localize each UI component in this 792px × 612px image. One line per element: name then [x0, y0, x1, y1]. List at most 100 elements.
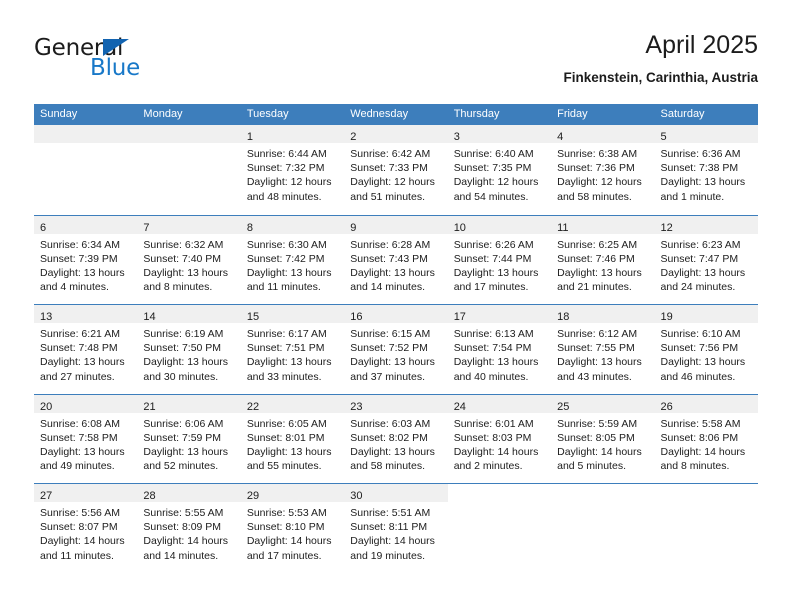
- day-number-band: 19: [654, 305, 758, 323]
- day-cell[interactable]: 22 Sunrise: 6:05 AM Sunset: 8:01 PM Dayl…: [240, 394, 345, 484]
- daylight-line-1: Daylight: 13 hours: [143, 445, 229, 458]
- sunrise-line: Sunrise: 6:03 AM: [350, 417, 431, 430]
- day-cell[interactable]: 18 Sunrise: 6:12 AM Sunset: 7:55 PM Dayl…: [551, 305, 655, 394]
- day-number: 23: [350, 400, 363, 413]
- daylight-line-2: and 27 minutes.: [40, 370, 115, 383]
- day-cell[interactable]: 12 Sunrise: 6:23 AM Sunset: 7:47 PM Dayl…: [654, 215, 758, 305]
- daylight-line-1: Daylight: 12 hours: [246, 176, 332, 189]
- day-cell[interactable]: 20 Sunrise: 6:08 AM Sunset: 7:58 PM Dayl…: [34, 394, 138, 484]
- daylight-line-2: and 11 minutes.: [246, 281, 321, 294]
- week-row: 13 Sunrise: 6:21 AM Sunset: 7:48 PM Dayl…: [34, 304, 758, 394]
- day-number-band: 28: [137, 484, 241, 502]
- daylight-line-1: Daylight: 13 hours: [350, 266, 435, 279]
- day-cell[interactable]: 19 Sunrise: 6:10 AM Sunset: 7:56 PM Dayl…: [654, 305, 758, 394]
- day-number-band: 23: [344, 394, 448, 413]
- page-subtitle: Finkenstein, Carinthia, Austria: [563, 70, 758, 85]
- sunset-line: Sunset: 8:10 PM: [246, 521, 325, 534]
- daylight-line-2: and 4 minutes.: [40, 281, 109, 294]
- sunrise-line: Sunrise: 5:59 AM: [557, 417, 638, 430]
- daylight-line-1: Daylight: 13 hours: [350, 356, 435, 369]
- day-cell[interactable]: [551, 484, 654, 573]
- day-number-band: 10: [447, 215, 552, 234]
- day-cell[interactable]: [448, 484, 551, 573]
- day-details: Sunrise: 5:56 AM Sunset: 8:07 PM Dayligh…: [34, 502, 137, 563]
- day-cell[interactable]: 4 Sunrise: 6:38 AM Sunset: 7:36 PM Dayli…: [551, 125, 655, 215]
- daylight-line-1: Daylight: 13 hours: [143, 356, 229, 369]
- day-cell[interactable]: 10 Sunrise: 6:26 AM Sunset: 7:44 PM Dayl…: [447, 215, 552, 305]
- daylight-line-2: and 8 minutes.: [143, 281, 213, 294]
- sunset-line: Sunset: 7:48 PM: [40, 342, 118, 355]
- day-cell[interactable]: 1 Sunrise: 6:44 AM Sunset: 7:32 PM Dayli…: [240, 125, 345, 215]
- day-number-band: 5: [654, 125, 758, 143]
- day-cell[interactable]: [137, 125, 241, 215]
- day-details: [655, 484, 758, 488]
- calendar-page: General Blue April 2025 Finkenstein, Car…: [0, 0, 792, 612]
- sunset-line: Sunset: 7:47 PM: [660, 252, 739, 265]
- day-cell[interactable]: [34, 125, 138, 215]
- daylight-line-1: Daylight: 13 hours: [660, 266, 746, 279]
- week-row: 6 Sunrise: 6:34 AM Sunset: 7:39 PM Dayli…: [34, 214, 758, 305]
- sunset-line: Sunset: 7:58 PM: [40, 431, 118, 444]
- day-cell[interactable]: 2 Sunrise: 6:42 AM Sunset: 7:33 PM Dayli…: [344, 125, 448, 215]
- sunrise-line: Sunrise: 6:13 AM: [453, 328, 534, 340]
- day-cell[interactable]: 7 Sunrise: 6:32 AM Sunset: 7:40 PM Dayli…: [137, 215, 241, 305]
- day-cell[interactable]: 24 Sunrise: 6:01 AM Sunset: 8:03 PM Dayl…: [447, 394, 552, 484]
- day-cell[interactable]: 6 Sunrise: 6:34 AM Sunset: 7:39 PM Dayli…: [34, 215, 138, 305]
- day-cell[interactable]: 17 Sunrise: 6:13 AM Sunset: 7:54 PM Dayl…: [447, 305, 552, 394]
- day-number: 17: [453, 311, 466, 323]
- daylight-line-2: and 1 minute.: [660, 190, 725, 203]
- sunset-line: Sunset: 7:36 PM: [557, 162, 635, 175]
- daylight-line-1: Daylight: 13 hours: [40, 266, 125, 279]
- day-cell[interactable]: 23 Sunrise: 6:03 AM Sunset: 8:02 PM Dayl…: [344, 394, 448, 484]
- day-cell[interactable]: 27 Sunrise: 5:56 AM Sunset: 8:07 PM Dayl…: [34, 484, 138, 573]
- sunrise-line: Sunrise: 5:58 AM: [660, 417, 741, 430]
- sunrise-line: Sunrise: 6:36 AM: [660, 148, 741, 160]
- day-details: Sunrise: 6:01 AM Sunset: 8:03 PM Dayligh…: [448, 413, 551, 474]
- sunrise-line: Sunrise: 5:51 AM: [350, 507, 431, 519]
- day-cell[interactable]: 11 Sunrise: 6:25 AM Sunset: 7:46 PM Dayl…: [551, 215, 655, 305]
- day-cell[interactable]: 21 Sunrise: 6:06 AM Sunset: 7:59 PM Dayl…: [137, 394, 241, 484]
- daylight-line-1: Daylight: 13 hours: [40, 356, 125, 369]
- weekday-header-friday: Friday: [557, 108, 588, 120]
- day-cell[interactable]: 14 Sunrise: 6:19 AM Sunset: 7:50 PM Dayl…: [137, 305, 241, 394]
- daylight-line-1: Daylight: 14 hours: [246, 535, 332, 548]
- day-cell[interactable]: 16 Sunrise: 6:15 AM Sunset: 7:52 PM Dayl…: [344, 305, 448, 394]
- day-details: Sunrise: 5:53 AM Sunset: 8:10 PM Dayligh…: [241, 502, 344, 563]
- day-cell[interactable]: 28 Sunrise: 5:55 AM Sunset: 8:09 PM Dayl…: [137, 484, 241, 573]
- day-cell[interactable]: 13 Sunrise: 6:21 AM Sunset: 7:48 PM Dayl…: [34, 305, 138, 394]
- sunrise-line: Sunrise: 6:26 AM: [453, 238, 534, 251]
- daylight-line-1: Daylight: 14 hours: [557, 445, 642, 458]
- day-details: Sunrise: 6:38 AM Sunset: 7:36 PM Dayligh…: [551, 143, 654, 204]
- day-cell[interactable]: 29 Sunrise: 5:53 AM Sunset: 8:10 PM Dayl…: [240, 484, 345, 573]
- day-cell[interactable]: [655, 484, 758, 573]
- daylight-line-2: and 14 minutes.: [350, 281, 425, 294]
- daylight-line-2: and 40 minutes.: [453, 370, 529, 383]
- day-cell[interactable]: 25 Sunrise: 5:59 AM Sunset: 8:05 PM Dayl…: [551, 394, 655, 484]
- sunrise-line: Sunrise: 6:10 AM: [660, 328, 741, 340]
- day-cell[interactable]: 8 Sunrise: 6:30 AM Sunset: 7:42 PM Dayli…: [240, 215, 345, 305]
- day-details: Sunrise: 6:40 AM Sunset: 7:35 PM Dayligh…: [448, 143, 551, 204]
- sunrise-line: Sunrise: 6:12 AM: [557, 328, 638, 340]
- sunset-line: Sunset: 7:55 PM: [557, 342, 635, 355]
- daylight-line-1: Daylight: 13 hours: [143, 266, 229, 279]
- day-cell[interactable]: 15 Sunrise: 6:17 AM Sunset: 7:51 PM Dayl…: [240, 305, 345, 394]
- daylight-line-2: and 24 minutes.: [660, 281, 736, 294]
- day-number: 24: [453, 400, 466, 413]
- sunset-line: Sunset: 7:52 PM: [350, 342, 428, 355]
- daylight-line-1: Daylight: 13 hours: [453, 356, 539, 369]
- daylight-line-2: and 14 minutes.: [143, 549, 219, 562]
- day-number: 14: [143, 311, 156, 323]
- logo-text-blue: Blue: [90, 55, 141, 81]
- sunrise-line: Sunrise: 5:56 AM: [40, 507, 120, 519]
- day-number: 26: [660, 400, 673, 413]
- day-cell[interactable]: 9 Sunrise: 6:28 AM Sunset: 7:43 PM Dayli…: [344, 215, 448, 305]
- day-cell[interactable]: 3 Sunrise: 6:40 AM Sunset: 7:35 PM Dayli…: [447, 125, 552, 215]
- day-cell[interactable]: 30 Sunrise: 5:51 AM Sunset: 8:11 PM Dayl…: [344, 484, 448, 573]
- day-cell[interactable]: 5 Sunrise: 6:36 AM Sunset: 7:38 PM Dayli…: [654, 125, 758, 215]
- day-number-band: 2: [344, 125, 448, 143]
- day-cell[interactable]: 26 Sunrise: 5:58 AM Sunset: 8:06 PM Dayl…: [654, 394, 758, 484]
- daylight-line-1: Daylight: 14 hours: [453, 445, 539, 458]
- day-number: 30: [350, 490, 363, 502]
- daylight-line-2: and 48 minutes.: [246, 190, 322, 203]
- daylight-line-1: Daylight: 13 hours: [660, 356, 746, 369]
